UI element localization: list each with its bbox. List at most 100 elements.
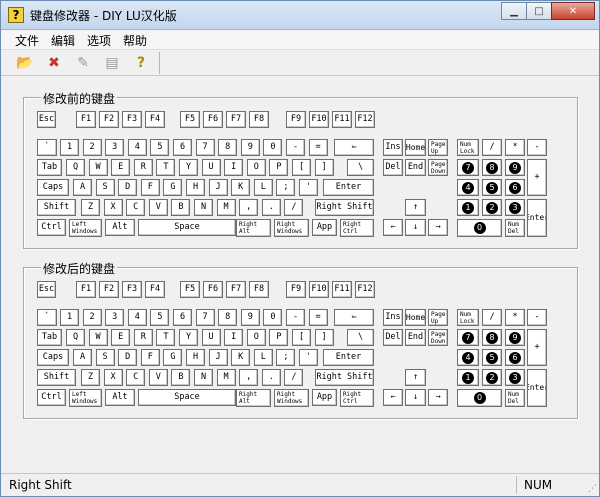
before-key-n-60[interactable]: N (194, 199, 213, 216)
before-key-space-69[interactable]: Space (138, 219, 236, 236)
before-key-esc-0[interactable]: Esc (37, 111, 56, 128)
after-key-c-57[interactable]: C (126, 369, 146, 386)
edit-button[interactable]: ✎ (73, 53, 93, 73)
delete-button[interactable]: ✖ (44, 53, 64, 73)
before-key-4-92[interactable]: 4 (457, 179, 479, 196)
after-key-1-14[interactable]: 1 (60, 309, 79, 326)
before-key-sym-26[interactable]: ⇐ (334, 139, 374, 156)
after-key-sym-13[interactable]: ` (37, 309, 57, 326)
before-key-q-28[interactable]: Q (66, 159, 85, 176)
after-key-v-58[interactable]: V (148, 369, 168, 386)
menu-file[interactable]: 文件 (15, 32, 39, 49)
before-key-sym-38[interactable]: [ (292, 159, 311, 176)
before-key-4-17[interactable]: 4 (127, 139, 147, 156)
after-key-f9-9[interactable]: F9 (286, 281, 306, 298)
before-key-enter-98[interactable]: Enter (527, 199, 547, 237)
after-key-left-windows-67[interactable]: Left Windows (69, 389, 102, 407)
before-key-g-46[interactable]: G (163, 179, 183, 196)
after-key-4-92[interactable]: 4 (457, 349, 479, 366)
before-key-f1-1[interactable]: F1 (76, 111, 96, 128)
menu-edit[interactable]: 编辑 (51, 32, 75, 49)
after-key-f7-7[interactable]: F7 (226, 281, 246, 298)
after-key-6-19[interactable]: 6 (173, 309, 192, 326)
after-key-k-49[interactable]: K (231, 349, 251, 366)
before-key-app-72[interactable]: App (312, 219, 337, 236)
after-key-8-89[interactable]: 8 (482, 329, 502, 346)
before-key-3-97[interactable]: 3 (505, 199, 525, 216)
after-key-sym-40[interactable]: \ (347, 329, 374, 346)
before-key-1-14[interactable]: 1 (60, 139, 79, 156)
before-key-alt-68[interactable]: Alt (105, 219, 135, 236)
after-key-r-31[interactable]: R (133, 329, 153, 346)
after-key-d-44[interactable]: D (118, 349, 138, 366)
after-key-right-shift-65[interactable]: Right Shift (315, 369, 374, 386)
after-key-q-28[interactable]: Q (66, 329, 85, 346)
after-key-l-50[interactable]: L (253, 349, 273, 366)
before-key-w-29[interactable]: W (88, 159, 108, 176)
before-key-6-19[interactable]: 6 (173, 139, 192, 156)
before-key-sym-82[interactable]: ↓ (405, 219, 426, 236)
before-key-2-15[interactable]: 2 (82, 139, 102, 156)
after-key-f12-12[interactable]: F12 (355, 281, 375, 298)
menu-options[interactable]: 选项 (87, 32, 111, 49)
before-key-b-59[interactable]: B (171, 199, 191, 216)
before-key-i-35[interactable]: I (224, 159, 244, 176)
after-key-8-21[interactable]: 8 (218, 309, 238, 326)
before-key-6-94[interactable]: 6 (505, 179, 525, 196)
before-key-5-18[interactable]: 5 (150, 139, 170, 156)
after-key-f1-1[interactable]: F1 (76, 281, 96, 298)
before-key-r-31[interactable]: R (133, 159, 153, 176)
before-key-shift-54[interactable]: Shift (37, 199, 76, 216)
after-key-app-72[interactable]: App (312, 389, 337, 406)
before-key-sym-85[interactable]: / (482, 139, 502, 156)
after-key-5-18[interactable]: 5 (150, 309, 170, 326)
before-key-f12-12[interactable]: F12 (355, 111, 375, 128)
before-key-o-36[interactable]: O (246, 159, 266, 176)
after-key-e-30[interactable]: E (111, 329, 131, 346)
after-key-2-15[interactable]: 2 (82, 309, 102, 326)
after-key-page-down-79[interactable]: Page Down (428, 329, 448, 346)
after-key-6-94[interactable]: 6 (505, 349, 525, 366)
before-key-sym-64[interactable]: / (284, 199, 304, 216)
after-key-i-35[interactable]: I (224, 329, 244, 346)
after-key-7-20[interactable]: 7 (195, 309, 215, 326)
after-key-sym-24[interactable]: - (286, 309, 305, 326)
after-key-sym-83[interactable]: → (428, 389, 448, 406)
after-key-sym-82[interactable]: ↓ (405, 389, 426, 406)
after-key-sym-39[interactable]: ] (314, 329, 334, 346)
before-key-sym-62[interactable]: , (239, 199, 259, 216)
after-key-z-55[interactable]: Z (81, 369, 100, 386)
after-key-enter-98[interactable]: Enter (527, 369, 547, 407)
before-key-page-down-79[interactable]: Page Down (428, 159, 448, 176)
before-key-f7-7[interactable]: F7 (226, 111, 246, 128)
after-key-1-95[interactable]: 1 (457, 369, 479, 386)
after-key-shift-54[interactable]: Shift (37, 369, 76, 386)
after-key-tab-27[interactable]: Tab (37, 329, 62, 346)
before-key-z-55[interactable]: Z (81, 199, 100, 216)
before-key-sym-52[interactable]: ' (299, 179, 318, 196)
before-key-f6-6[interactable]: F6 (203, 111, 223, 128)
after-key-p-37[interactable]: P (269, 329, 289, 346)
after-key-ins-74[interactable]: Ins (383, 309, 403, 326)
before-key-y-33[interactable]: Y (179, 159, 198, 176)
after-key-t-32[interactable]: T (156, 329, 176, 346)
before-key-f2-2[interactable]: F2 (99, 111, 119, 128)
before-key-7-88[interactable]: 7 (457, 159, 479, 176)
after-key-3-97[interactable]: 3 (505, 369, 525, 386)
after-key-n-60[interactable]: N (194, 369, 213, 386)
before-key-tab-27[interactable]: Tab (37, 159, 62, 176)
after-key-u-34[interactable]: U (201, 329, 221, 346)
before-key-h-47[interactable]: H (186, 179, 205, 196)
after-key-x-56[interactable]: X (103, 369, 123, 386)
before-key-8-21[interactable]: 8 (218, 139, 238, 156)
before-key-x-56[interactable]: X (103, 199, 123, 216)
before-key-sym-25[interactable]: = (308, 139, 328, 156)
open-button[interactable]: 📂 (15, 53, 35, 73)
after-key-9-90[interactable]: 9 (505, 329, 525, 346)
after-key-del-77[interactable]: Del (383, 329, 403, 346)
before-key-sym-51[interactable]: ; (276, 179, 296, 196)
after-key-sym-26[interactable]: ⇐ (334, 309, 374, 326)
after-key-right-windows-71[interactable]: Right Windows (274, 389, 309, 407)
before-key-right-ctrl-73[interactable]: Right Ctrl (340, 219, 374, 237)
before-key-sym-40[interactable]: \ (347, 159, 374, 176)
